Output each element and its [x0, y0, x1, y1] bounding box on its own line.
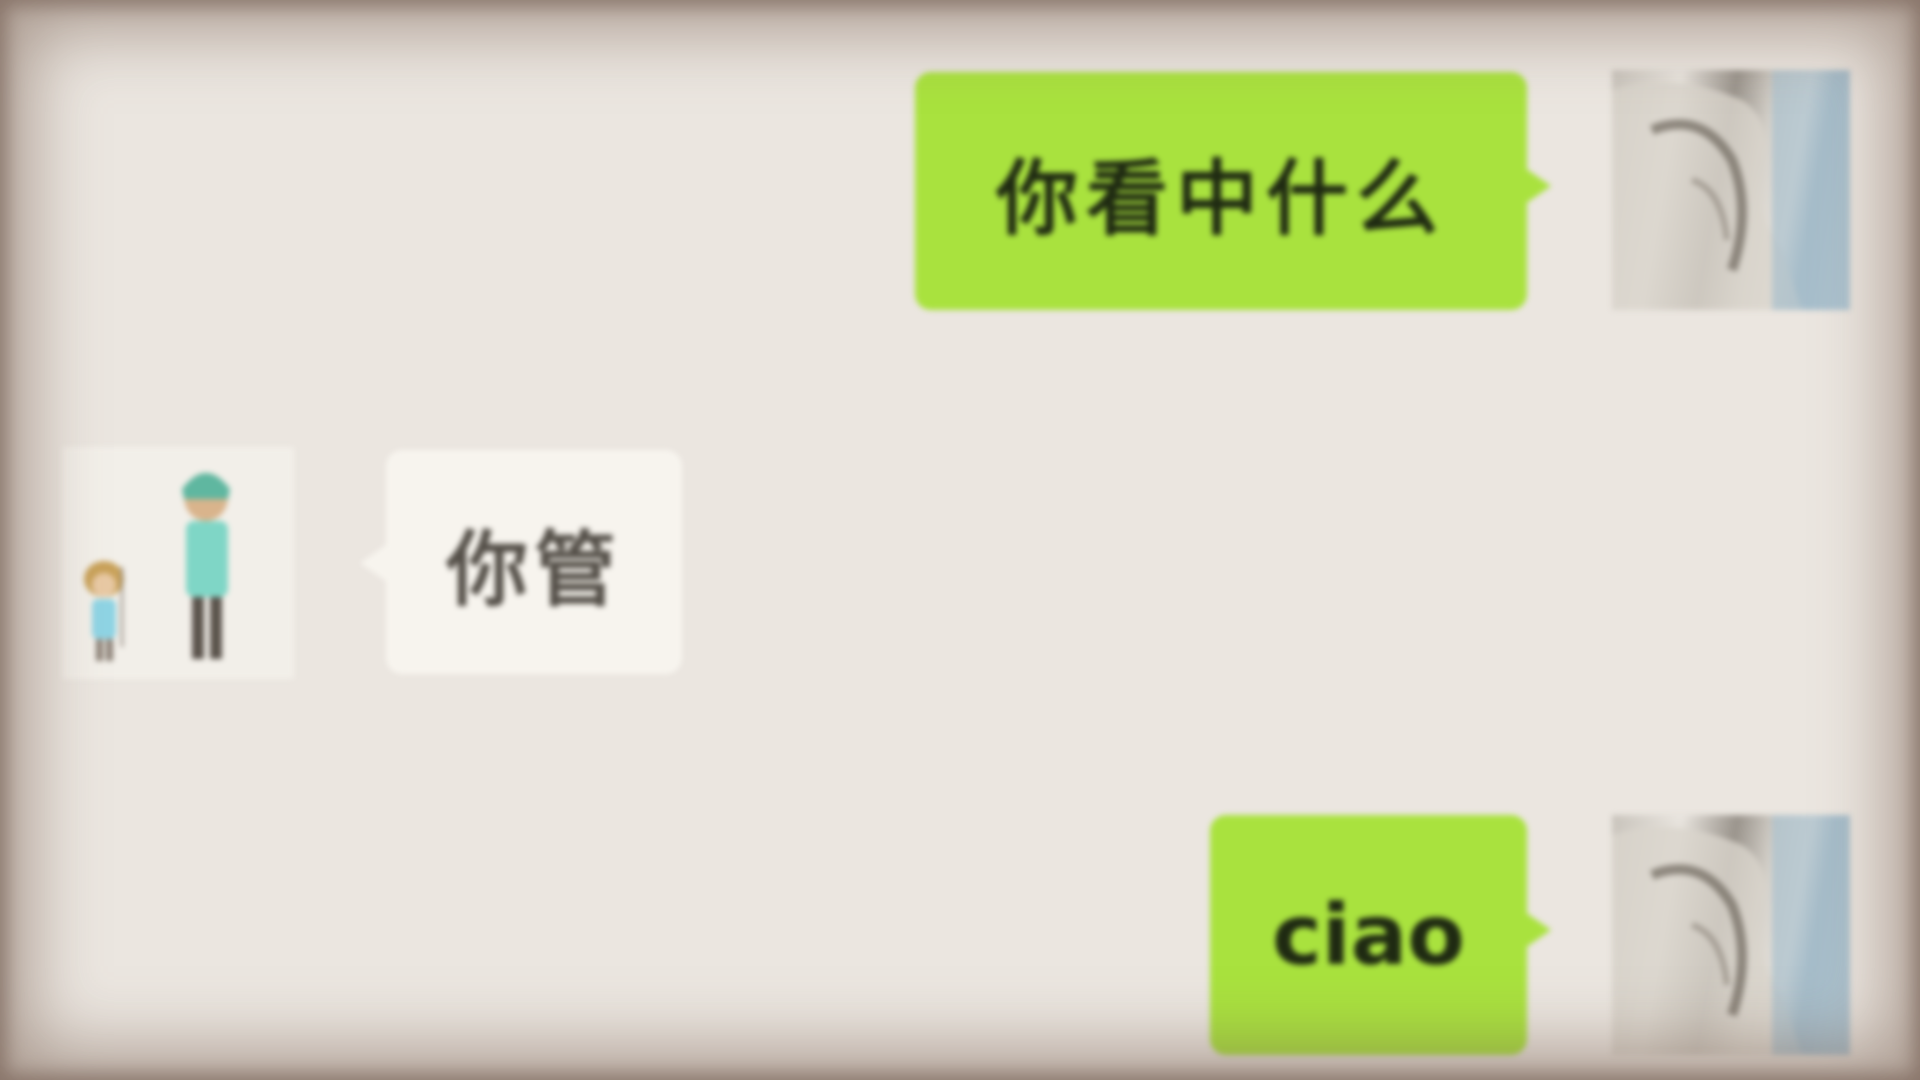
message-text: ciao	[1272, 886, 1465, 984]
chat-screen: 你看中什么 你管 ciao	[0, 0, 1920, 1080]
message-text: 你看中什么	[995, 151, 1446, 247]
message-bubble-sent[interactable]: ciao	[1210, 815, 1527, 1055]
bubble-tail	[1525, 912, 1551, 948]
message-text: 你管	[445, 522, 622, 618]
user-avatar-self[interactable]	[1612, 815, 1850, 1055]
photo-avatar-icon	[1612, 815, 1850, 1055]
message-bubble-received[interactable]: 你管	[386, 450, 682, 674]
user-avatar-self[interactable]	[1612, 70, 1850, 310]
message-bubble-sent[interactable]: 你看中什么	[915, 72, 1527, 310]
bubble-tail	[360, 545, 386, 581]
photo-avatar-icon	[1612, 70, 1850, 310]
chat-message-list[interactable]: 你看中什么 你管 ciao	[0, 0, 1920, 1080]
cartoon-couple-avatar-icon	[84, 473, 230, 661]
user-avatar-other[interactable]	[62, 447, 294, 679]
bubble-tail	[1525, 168, 1551, 204]
